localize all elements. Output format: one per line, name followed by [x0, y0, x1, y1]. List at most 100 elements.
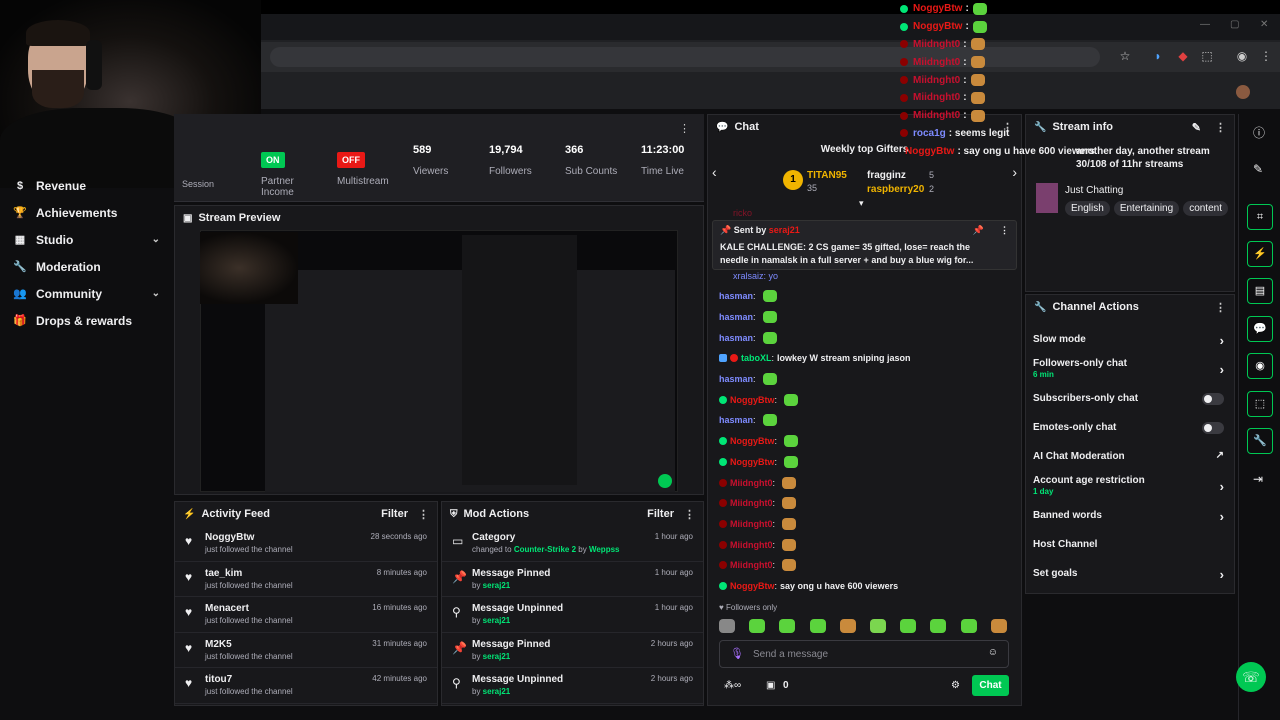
emote-icon[interactable]: [990, 619, 1007, 633]
sidebar-item-revenue[interactable]: $ Revenue: [0, 172, 174, 199]
chat-username[interactable]: NoggyBtw: [730, 457, 775, 467]
category-thumbnail[interactable]: [1036, 183, 1058, 213]
chat-username[interactable]: Miidnght0: [730, 519, 773, 529]
wrench-icon[interactable]: 🔧: [1247, 428, 1273, 454]
chart-icon[interactable]: ↗: [1216, 450, 1224, 461]
chat-message[interactable]: hasman:: [707, 286, 1022, 307]
action-target[interactable]: Counter-Strike 2: [514, 545, 576, 554]
chat-username[interactable]: Miidnght0: [730, 540, 773, 550]
gifter-name[interactable]: fragginz: [867, 170, 906, 181]
username[interactable]: tae_kim: [205, 568, 293, 579]
username[interactable]: Menacert: [205, 603, 293, 614]
minimize-icon[interactable]: —: [1200, 19, 1210, 30]
channel-action[interactable]: Subscribers-only chat: [1026, 386, 1234, 411]
channel-action[interactable]: Slow mode ›: [1026, 327, 1234, 352]
channel-action[interactable]: Followers-only chat 6 min ›: [1026, 356, 1234, 381]
gifter-name[interactable]: raspberry20: [867, 184, 924, 195]
chat-message[interactable]: taboXL: lowkey W stream sniping jason: [707, 348, 1022, 369]
chat-icon[interactable]: 💬: [1247, 316, 1273, 342]
chevron-left-icon[interactable]: ‹: [712, 164, 717, 180]
list-item[interactable]: ♥ Menacert just followed the channel 16 min…: [175, 597, 437, 633]
chat-send-button[interactable]: Chat: [972, 675, 1009, 696]
sidebar-item-community[interactable]: 👥 Community ⌄: [0, 280, 174, 307]
chat-message[interactable]: hasman:: [707, 327, 1022, 348]
emote-icon[interactable]: [900, 619, 917, 633]
profile-icon[interactable]: ◉: [1234, 48, 1250, 64]
tag[interactable]: English: [1065, 201, 1110, 216]
exit-icon[interactable]: ⇥: [1253, 472, 1263, 486]
emote-icon[interactable]: [930, 619, 947, 633]
chat-message[interactable]: hasman:: [707, 307, 1022, 328]
channel-action[interactable]: Set goals ›: [1026, 561, 1234, 586]
emote-icon[interactable]: [839, 619, 856, 633]
chat-username[interactable]: hasman: [719, 374, 753, 384]
chat-username[interactable]: hasman: [719, 312, 753, 322]
chat-message[interactable]: Miidnght0:: [707, 493, 1022, 514]
chat-message[interactable]: NoggyBtw:: [707, 431, 1022, 452]
chat-message[interactable]: Miidnght0:: [707, 514, 1022, 535]
chat-message[interactable]: hasman:: [707, 410, 1022, 431]
list-item[interactable]: ♥ M2K5 just followed the channel 31 minutes…: [175, 633, 437, 669]
more-options-icon[interactable]: ⋮: [1000, 225, 1009, 236]
collapse-icon[interactable]: ▾: [859, 198, 864, 209]
edit-icon[interactable]: ✎: [1192, 121, 1201, 134]
close-icon[interactable]: ✕: [1260, 19, 1268, 30]
list-item[interactable]: ▭ Category changed to Counter-Strike 2 by …: [442, 526, 703, 562]
gear-icon[interactable]: ⚙: [951, 680, 960, 691]
chat-message[interactable]: hasman:: [707, 369, 1022, 390]
action-target[interactable]: seraj21: [483, 616, 511, 625]
emoji-icon[interactable]: ☺: [988, 647, 998, 658]
broadcast-icon[interactable]: ◉: [1247, 353, 1273, 379]
more-options-icon[interactable]: ⋮: [418, 508, 429, 521]
gifter-name[interactable]: TITAN95: [807, 170, 847, 181]
toggle-switch[interactable]: [1202, 392, 1224, 405]
username[interactable]: titou7: [205, 674, 293, 685]
list-item[interactable]: ♥ tae_kim just followed the channel 8 minut…: [175, 562, 437, 598]
extension-icon[interactable]: ◗: [1150, 48, 1166, 64]
chat-message[interactable]: Miidnght0:: [707, 472, 1022, 493]
emote-icon[interactable]: [809, 619, 826, 633]
channel-action[interactable]: Host Channel: [1026, 532, 1234, 557]
more-options-icon[interactable]: ⋮: [1215, 121, 1226, 134]
puzzle-extensions-icon[interactable]: ⬚: [1199, 48, 1215, 64]
chat-message[interactable]: NoggyBtw: say ong u have 600 viewers: [707, 576, 1022, 597]
action-by[interactable]: Weppss: [589, 545, 620, 554]
maximize-icon[interactable]: ▢: [1230, 19, 1239, 30]
list-item[interactable]: ⚲ Message Unpinned by seraj21 1 hour ago: [442, 597, 703, 633]
unpin-icon[interactable]: 📌: [973, 225, 984, 236]
action-target[interactable]: seraj21: [483, 581, 511, 590]
list-item[interactable]: 📌 Message Pinned by seraj21 1 hour ago: [442, 562, 703, 598]
toggle-switch[interactable]: [1202, 421, 1224, 434]
chat-username[interactable]: hasman: [719, 415, 753, 425]
list-item[interactable]: ♥ NoggyBtw just followed the channel 28 sec…: [175, 526, 437, 562]
avatar[interactable]: [1236, 85, 1250, 99]
more-options-icon[interactable]: ⋮: [684, 508, 695, 521]
sidebar-item-achievements[interactable]: 🏆 Achievements: [0, 199, 174, 226]
sidebar-item-moderation[interactable]: 🔧 Moderation: [0, 253, 174, 280]
list-item[interactable]: ♥ titou7 just followed the channel 42 minut…: [175, 668, 437, 704]
mic-icon[interactable]: 🎙: [730, 647, 744, 660]
list-item[interactable]: 📌 Message Pinned by seraj21 2 hours ago: [442, 633, 703, 669]
chat-message[interactable]: NoggyBtw:: [707, 452, 1022, 473]
extension-icon[interactable]: ◆: [1175, 48, 1191, 64]
layout-icon[interactable]: ⌗: [1247, 204, 1273, 230]
more-options-icon[interactable]: ⋮: [679, 122, 690, 135]
channel-action[interactable]: AI Chat Moderation ↗: [1026, 444, 1234, 469]
chat-message[interactable]: Miidnght0:: [707, 534, 1022, 555]
chat-username[interactable]: NoggyBtw: [730, 436, 775, 446]
sidebar-item-studio[interactable]: ▦ Studio ⌄: [0, 226, 174, 253]
emote-icon[interactable]: [719, 619, 735, 633]
chat-username[interactable]: NoggyBtw: [730, 395, 775, 405]
category-name[interactable]: Just Chatting: [1065, 185, 1123, 196]
status-badge[interactable]: ON: [261, 152, 285, 168]
emote-icon[interactable]: [870, 619, 886, 633]
emote-icon[interactable]: [779, 619, 796, 633]
list-item[interactable]: ⚲ Message Unpinned by seraj21 2 hours ago: [442, 668, 703, 704]
chat-username[interactable]: Miidnght0: [730, 560, 773, 570]
username[interactable]: M2K5: [205, 639, 293, 650]
bookmark-star-icon[interactable]: ☆: [1117, 48, 1133, 64]
people-icon[interactable]: ⬚: [1247, 391, 1273, 417]
channel-action[interactable]: Emotes-only chat: [1026, 415, 1234, 440]
emote-icon[interactable]: [749, 619, 766, 633]
chat-username[interactable]: Miidnght0: [730, 498, 773, 508]
